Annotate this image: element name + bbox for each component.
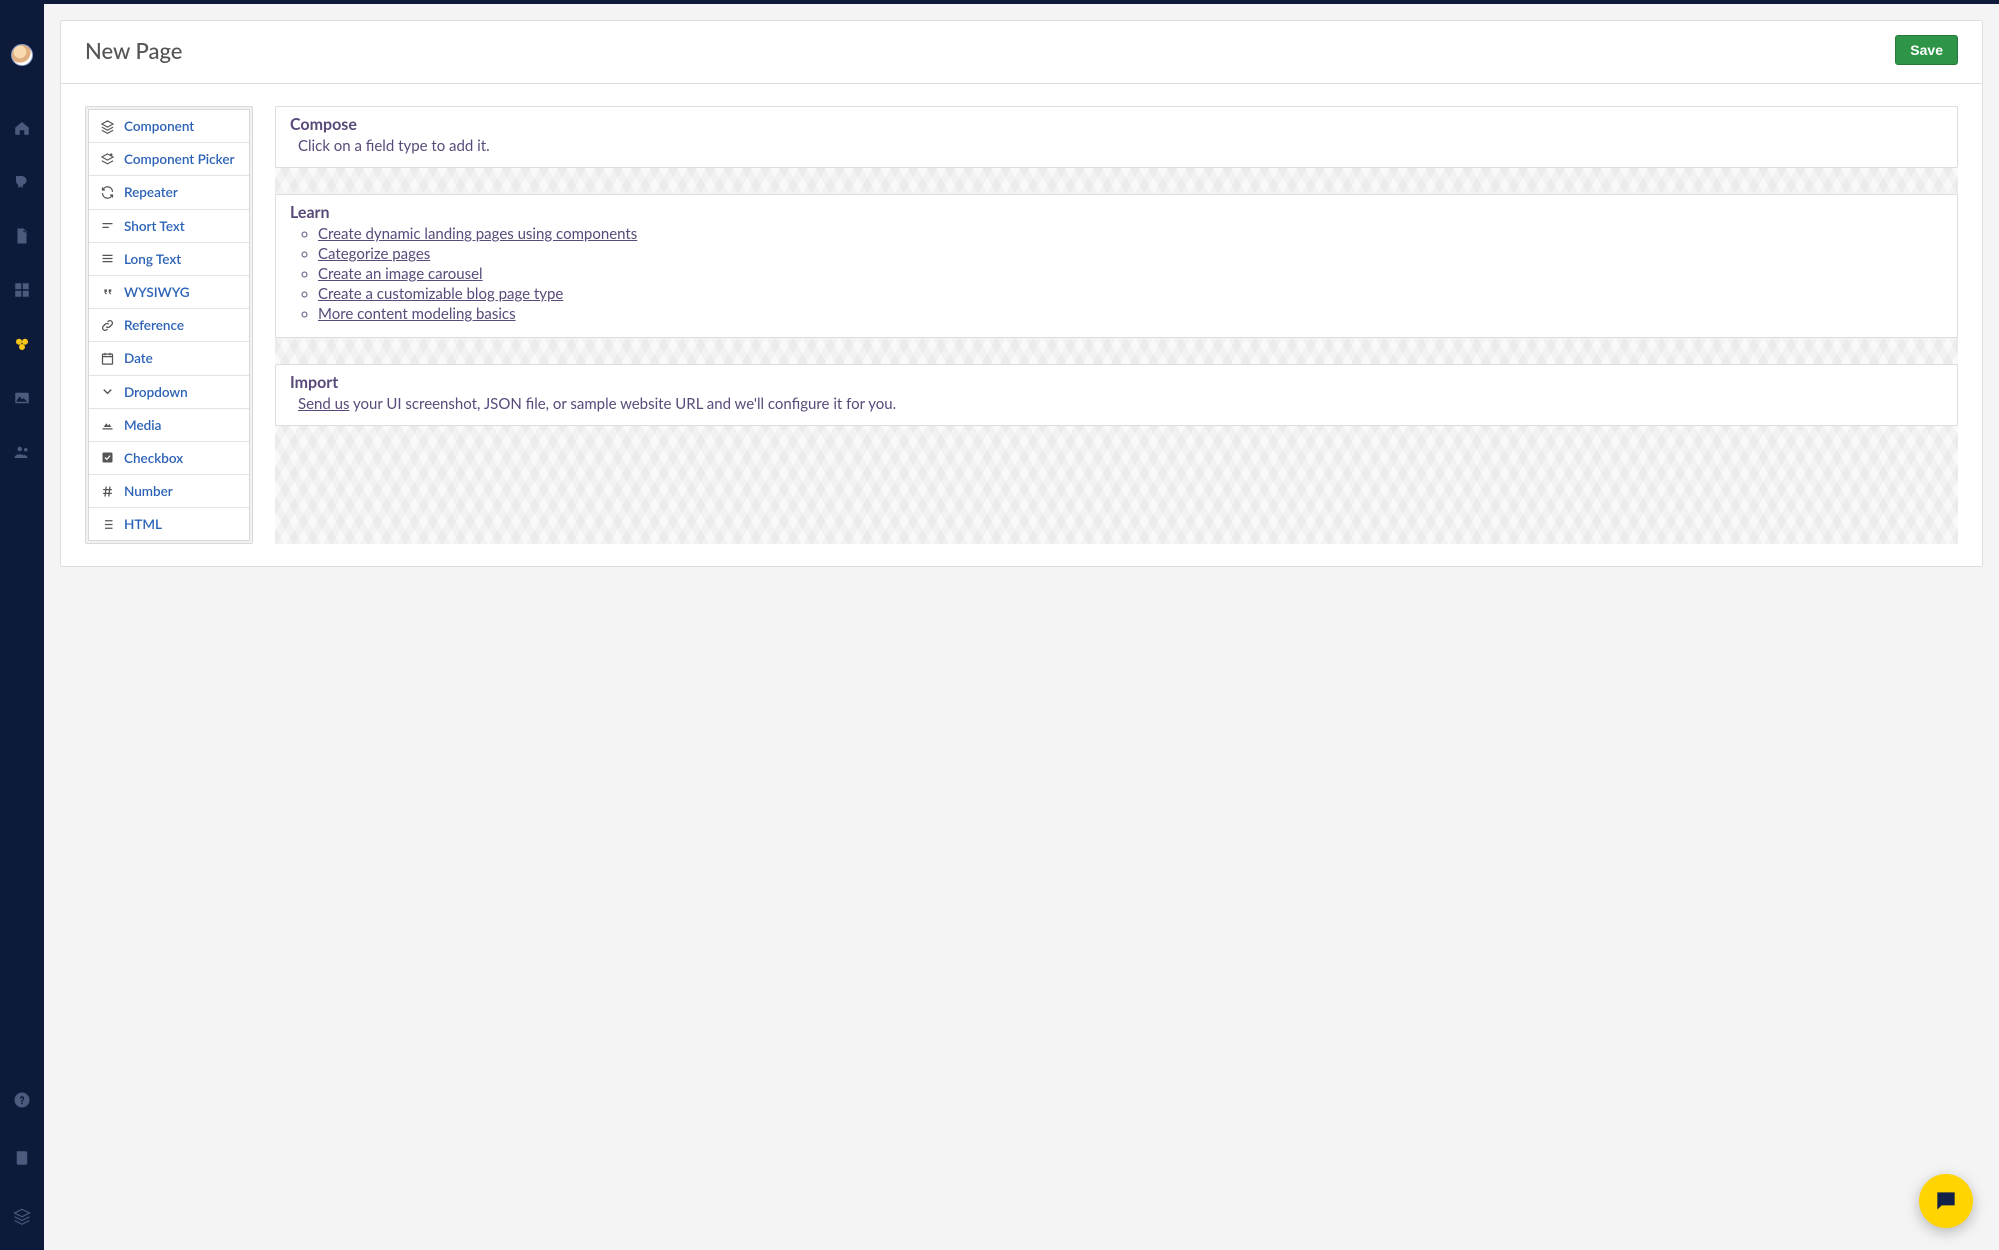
learn-link[interactable]: Categorize pages	[318, 245, 430, 263]
checkbox-icon	[99, 450, 115, 466]
topbar	[44, 0, 1999, 4]
avatar[interactable]	[11, 44, 33, 66]
main-area: New Page Save Component Component Picker…	[44, 4, 1999, 1250]
learn-link[interactable]: More content modeling basics	[318, 305, 516, 323]
repeat-icon	[99, 184, 115, 200]
compose-subtext: Click on a field type to add it.	[290, 137, 1943, 155]
palette-item-label: Reference	[124, 317, 184, 333]
import-text: Send us your UI screenshot, JSON file, o…	[290, 395, 1943, 413]
nav-media[interactable]	[0, 384, 44, 412]
palette-item-label: Repeater	[124, 184, 178, 200]
blog-icon	[13, 173, 31, 191]
palette-item-label: Media	[124, 417, 161, 433]
compose-panel: Compose Click on a field type to add it.	[275, 106, 1958, 168]
palette-item-label: Checkbox	[124, 450, 183, 466]
quote-icon	[99, 284, 115, 300]
nav-home[interactable]	[0, 114, 44, 142]
content-column: Compose Click on a field type to add it.…	[275, 106, 1958, 544]
import-panel: Import Send us your UI screenshot, JSON …	[275, 364, 1958, 426]
palette-item-label: Long Text	[124, 251, 181, 267]
palette-item-short-text[interactable]: Short Text	[89, 210, 249, 243]
palette-item-label: Short Text	[124, 218, 185, 234]
calendar-icon	[99, 350, 115, 366]
chart-icon	[99, 417, 115, 433]
book-icon	[13, 1149, 31, 1167]
nav-help[interactable]	[0, 1086, 44, 1114]
layers-icon	[99, 118, 115, 134]
chevron-down-icon	[99, 384, 115, 400]
stack-icon	[13, 1207, 31, 1225]
palette-item-label: Component	[124, 118, 194, 134]
palette-item-date[interactable]: Date	[89, 342, 249, 375]
nav-grid[interactable]	[0, 276, 44, 304]
learn-link[interactable]: Create dynamic landing pages using compo…	[318, 225, 637, 243]
chat-icon	[1933, 1188, 1959, 1214]
palette-item-html[interactable]: HTML	[89, 508, 249, 540]
nav-blog[interactable]	[0, 168, 44, 196]
learn-heading: Learn	[290, 203, 1943, 222]
learn-panel: Learn Create dynamic landing pages using…	[275, 194, 1958, 338]
save-button[interactable]: Save	[1895, 35, 1958, 65]
layers-plus-icon	[99, 151, 115, 167]
palette-item-label: HTML	[124, 516, 162, 532]
sidebar-nav	[0, 114, 44, 466]
palette-item-component[interactable]: Component	[89, 110, 249, 143]
hash-icon	[99, 483, 115, 499]
page-card: New Page Save Component Component Picker…	[60, 20, 1983, 567]
short-text-icon	[99, 218, 115, 234]
sidebar-bottom	[0, 1086, 44, 1230]
link-icon	[99, 317, 115, 333]
palette-item-long-text[interactable]: Long Text	[89, 243, 249, 276]
nav-components[interactable]	[0, 330, 44, 358]
home-icon	[13, 119, 31, 137]
components-icon	[13, 335, 31, 353]
palette-item-reference[interactable]: Reference	[89, 309, 249, 342]
nav-docs[interactable]	[0, 1144, 44, 1172]
palette-item-media[interactable]: Media	[89, 409, 249, 442]
learn-link[interactable]: Create an image carousel	[318, 265, 483, 283]
import-rest: your UI screenshot, JSON file, or sample…	[349, 395, 896, 413]
sidebar	[0, 0, 44, 1250]
page-icon	[13, 227, 31, 245]
palette-item-label: Date	[124, 350, 153, 366]
palette-item-checkbox[interactable]: Checkbox	[89, 442, 249, 475]
nav-users[interactable]	[0, 438, 44, 466]
chat-launcher[interactable]	[1919, 1174, 1973, 1228]
field-palette: Component Component Picker Repeater Shor…	[85, 106, 253, 544]
users-icon	[13, 443, 31, 461]
palette-item-label: Number	[124, 483, 173, 499]
media-icon	[13, 389, 31, 407]
import-heading: Import	[290, 373, 1943, 392]
page-header: New Page Save	[61, 21, 1982, 84]
palette-item-dropdown[interactable]: Dropdown	[89, 376, 249, 409]
help-icon	[13, 1091, 31, 1109]
palette-item-number[interactable]: Number	[89, 475, 249, 508]
compose-heading: Compose	[290, 115, 1943, 134]
list-icon	[99, 516, 115, 532]
palette-item-label: Component Picker	[124, 151, 234, 167]
page-body: Component Component Picker Repeater Shor…	[61, 84, 1982, 566]
palette-item-component-picker[interactable]: Component Picker	[89, 143, 249, 176]
palette-item-label: Dropdown	[124, 384, 188, 400]
page-title: New Page	[85, 37, 182, 64]
palette-item-repeater[interactable]: Repeater	[89, 176, 249, 209]
long-text-icon	[99, 251, 115, 267]
learn-link[interactable]: Create a customizable blog page type	[318, 285, 563, 303]
import-link[interactable]: Send us	[298, 395, 349, 413]
nav-pages[interactable]	[0, 222, 44, 250]
grid-icon	[13, 281, 31, 299]
palette-item-wysiwyg[interactable]: WYSIWYG	[89, 276, 249, 309]
nav-stack[interactable]	[0, 1202, 44, 1230]
learn-list: Create dynamic landing pages using compo…	[290, 225, 1943, 323]
palette-item-label: WYSIWYG	[124, 284, 190, 300]
